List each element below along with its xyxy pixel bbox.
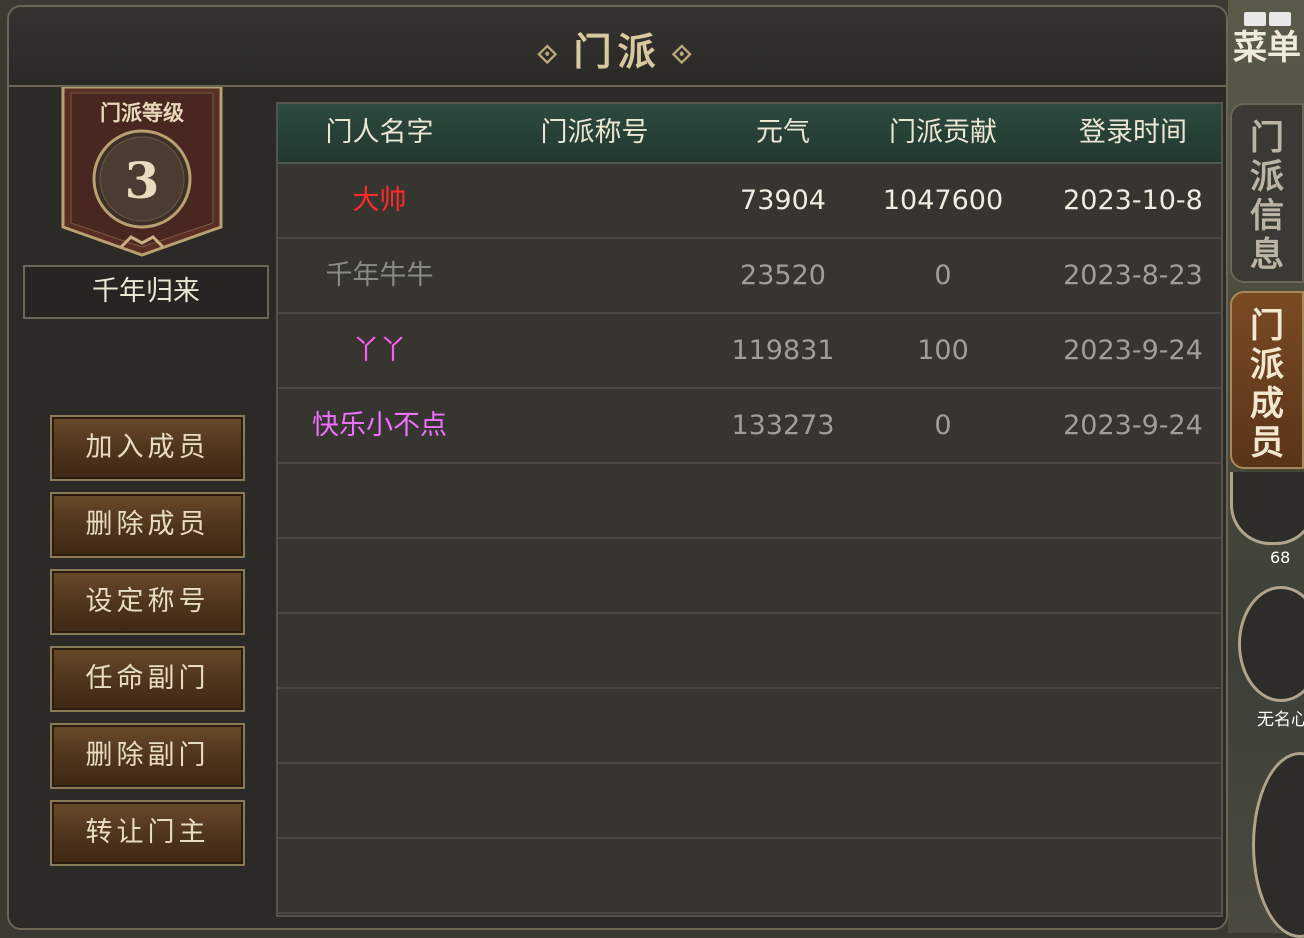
tab-sect-members-label: 门派成员 [1250, 306, 1284, 463]
member-name: 千年牛牛 [325, 260, 434, 291]
member-contribution: 0 [934, 410, 952, 441]
table-row[interactable]: 大帅 73904 1047600 2023-10-8 [278, 164, 1221, 239]
table-header: 门人名字 门派称号 元气 门派贡献 登录时间 [278, 104, 1221, 164]
member-vitality: 119831 [731, 335, 835, 366]
remove-deputy-button[interactable]: 删除副门 [50, 723, 245, 789]
sect-level-banner: 门派等级 3 [61, 87, 223, 257]
item-count: 68 [1270, 548, 1291, 567]
header-title[interactable]: 门派称号 [498, 104, 691, 162]
header-name[interactable]: 门人名字 [278, 104, 481, 162]
empty-row [278, 839, 1221, 914]
window-title: ⟐ 门派 ⟐ [9, 21, 1226, 76]
member-login: 2023-8-23 [1063, 260, 1203, 291]
member-title [498, 239, 691, 312]
empty-row [278, 539, 1221, 614]
empty-row [278, 689, 1221, 764]
header-vitality[interactable]: 元气 [698, 104, 868, 162]
sect-panel: ⟐ 门派 ⟐ 门派等级 3 千年归来 加入成员 删除成员 设定称号 任命副门 删除副… [7, 5, 1228, 930]
menu-grid-icon [1232, 12, 1302, 26]
level-value: 3 [124, 151, 160, 210]
table-row[interactable]: 快乐小不点 133273 0 2023-9-24 [278, 389, 1221, 464]
table-row[interactable]: 千年牛牛 23520 0 2023-8-23 [278, 239, 1221, 314]
member-title [498, 164, 691, 237]
member-login: 2023-9-24 [1063, 335, 1203, 366]
member-contribution: 1047600 [882, 185, 1004, 216]
member-title [498, 314, 691, 387]
member-contribution: 100 [917, 335, 969, 366]
member-name: 大帅 [352, 185, 407, 216]
add-member-button[interactable]: 加入成员 [50, 415, 245, 481]
set-title-button[interactable]: 设定称号 [50, 569, 245, 635]
window-title-text: 门派 [573, 29, 662, 74]
member-vitality: 133273 [731, 410, 835, 441]
member-name: 丫丫 [352, 335, 407, 366]
member-vitality: 73904 [740, 185, 826, 216]
ornament-right-icon: ⟐ [671, 40, 698, 70]
empty-row [278, 464, 1221, 539]
transfer-leader-button[interactable]: 转让门主 [50, 800, 245, 866]
remove-member-button[interactable]: 删除成员 [50, 492, 245, 558]
empty-row [278, 614, 1221, 689]
member-contribution: 0 [934, 260, 952, 291]
menu-button[interactable]: 菜单 [1232, 12, 1302, 92]
table-row[interactable]: 丫丫 119831 100 2023-9-24 [278, 314, 1221, 389]
title-bar: ⟐ 门派 ⟐ [9, 7, 1226, 87]
member-vitality: 23520 [740, 260, 826, 291]
tab-sect-members[interactable]: 门派成员 [1230, 291, 1304, 469]
level-label: 门派等级 [100, 100, 184, 125]
member-name: 快乐小不点 [312, 410, 447, 441]
sect-name: 千年归来 [23, 265, 269, 319]
appoint-deputy-button[interactable]: 任命副门 [50, 646, 245, 712]
member-login: 2023-9-24 [1063, 410, 1203, 441]
empty-row [278, 764, 1221, 839]
tab-sect-info-label: 门派信息 [1250, 118, 1284, 275]
member-title [498, 389, 691, 462]
menu-label-1: 菜 [1233, 28, 1267, 68]
tab-sect-info[interactable]: 门派信息 [1230, 103, 1304, 283]
ornament-left-icon: ⟐ [536, 40, 564, 70]
menu-label-2: 单 [1267, 28, 1301, 68]
skill-label: 无名心 [1257, 710, 1304, 730]
header-login[interactable]: 登录时间 [1048, 104, 1218, 162]
header-contribution[interactable]: 门派贡献 [858, 104, 1028, 162]
member-table: 门人名字 门派称号 元气 门派贡献 登录时间 大帅 73904 1047600 202… [276, 102, 1223, 917]
member-login: 2023-10-8 [1063, 185, 1203, 216]
